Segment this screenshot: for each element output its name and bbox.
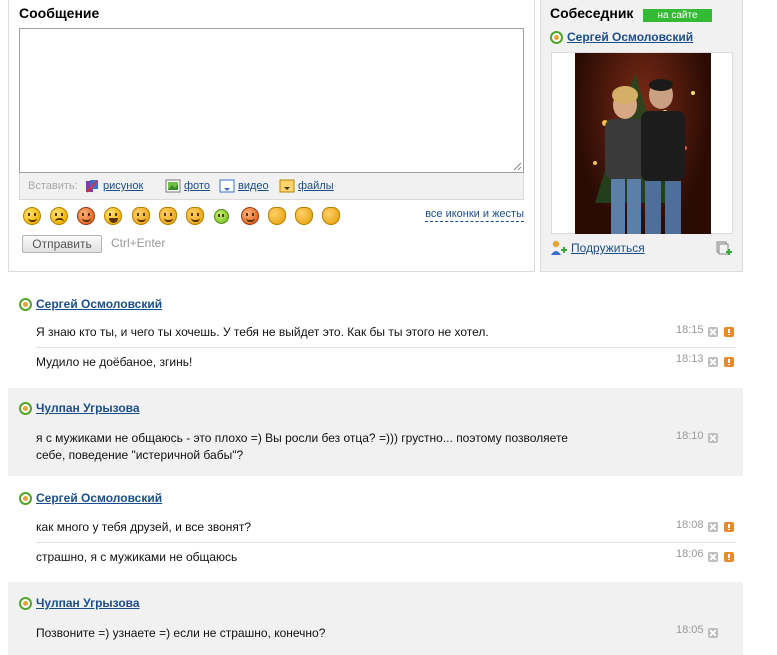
shy-emoticon-icon[interactable] <box>186 207 204 225</box>
message-group: Чулпан Угрызова я с мужиками не общаюсь … <box>8 388 743 476</box>
files-icon <box>279 179 295 193</box>
insert-photo-button[interactable]: фото <box>165 178 210 194</box>
message-text: Позвоните =) узнаете =) если не страшно,… <box>36 626 326 640</box>
photo-illustration <box>593 73 695 234</box>
message-author[interactable]: Чулпан Угрызова <box>19 596 140 610</box>
message-time: 18:15 <box>676 324 704 336</box>
devil-emoticon-icon[interactable] <box>241 207 259 225</box>
resize-grip-icon[interactable] <box>513 162 522 171</box>
message-row: Мудило не доёбаное, згинь! 18:13 <box>36 353 736 374</box>
befriend-button[interactable]: Подружиться <box>550 240 645 256</box>
insert-files-button[interactable]: файлы <box>279 178 334 194</box>
delete-icon[interactable] <box>708 357 718 367</box>
message-row: я с мужиками не общаюсь - это плохо =) В… <box>36 430 736 466</box>
compose-panel: Сообщение Вставить: рисунок фото видео ф… <box>8 0 535 272</box>
angry-emoticon-icon[interactable] <box>77 207 95 225</box>
insert-toolbar: Вставить: рисунок фото видео файлы <box>19 173 524 200</box>
thumbs-up-emoticon-icon[interactable] <box>268 207 286 225</box>
insert-drawing-button[interactable]: рисунок <box>84 178 143 194</box>
video-icon <box>219 179 235 193</box>
victory-emoticon-icon[interactable] <box>295 207 313 225</box>
user-icon <box>19 297 32 311</box>
insert-drawing-label[interactable]: рисунок <box>103 180 143 192</box>
message-time: 18:10 <box>676 430 704 442</box>
insert-files-label[interactable]: файлы <box>298 180 334 192</box>
message-author[interactable]: Чулпан Угрызова <box>19 401 140 415</box>
delete-icon[interactable] <box>708 552 718 562</box>
all-icons-link[interactable]: все иконки и жесты <box>425 208 524 222</box>
tongue-emoticon-icon[interactable] <box>132 207 150 225</box>
message-group: Сергей Осмоловский Я знаю кто ты, и чего… <box>8 290 743 378</box>
smile-emoticon-icon[interactable] <box>23 207 41 225</box>
message-group: Сергей Осмоловский как много у тебя друз… <box>8 486 743 572</box>
delete-icon[interactable] <box>708 628 718 638</box>
cry-emoticon-icon[interactable] <box>50 207 68 225</box>
message-text: я с мужиками не общаюсь - это плохо =) В… <box>36 431 568 462</box>
report-icon[interactable] <box>724 552 734 562</box>
compose-title: Сообщение <box>19 5 100 21</box>
online-status-badge: на сайте <box>643 9 712 22</box>
insert-photo-label[interactable]: фото <box>184 180 210 192</box>
message-time: 18:06 <box>676 548 704 560</box>
message-text: как много у тебя друзей, и все звонят? <box>36 520 252 534</box>
message-divider <box>36 347 736 348</box>
message-divider <box>36 542 736 543</box>
message-text: страшно, я с мужиками не общаюсь <box>36 550 238 564</box>
delete-icon[interactable] <box>708 327 718 337</box>
message-row: Я знаю кто ты, и чего ты хочешь. У тебя … <box>36 324 736 344</box>
green-alien-emoticon-icon[interactable] <box>214 209 229 224</box>
user-icon <box>550 30 563 44</box>
message-row: как много у тебя друзей, и все звонят? 1… <box>36 519 736 539</box>
partner-name-link[interactable]: Сергей Осмоловский <box>550 30 693 44</box>
report-icon[interactable] <box>724 357 734 367</box>
partner-photo[interactable] <box>575 53 711 234</box>
drawing-icon <box>86 180 98 193</box>
add-note-icon[interactable] <box>716 241 732 257</box>
palm-emoticon-icon[interactable] <box>322 207 340 225</box>
message-row: страшно, я с мужиками не общаюсь 18:06 <box>36 548 736 569</box>
author-name-link[interactable]: Чулпан Угрызова <box>36 401 140 415</box>
message-time: 18:05 <box>676 624 704 636</box>
send-button[interactable]: Отправить <box>22 235 102 253</box>
insert-label: Вставить: <box>28 180 78 192</box>
facepalm-emoticon-icon[interactable] <box>159 207 177 225</box>
message-text: Я знаю кто ты, и чего ты хочешь. У тебя … <box>36 325 489 339</box>
laugh-emoticon-icon[interactable] <box>104 207 122 225</box>
delete-icon[interactable] <box>708 433 718 443</box>
add-friend-icon <box>551 240 567 255</box>
user-icon <box>19 491 32 505</box>
delete-icon[interactable] <box>708 522 718 532</box>
report-icon[interactable] <box>724 522 734 532</box>
partner-title: Собеседник <box>550 5 634 21</box>
befriend-label[interactable]: Подружиться <box>571 241 645 255</box>
message-group: Чулпан Угрызова Позвоните =) узнаете =) … <box>8 582 743 655</box>
insert-video-button[interactable]: видео <box>219 178 269 194</box>
partner-photo-frame <box>551 52 733 234</box>
author-name-link[interactable]: Сергей Осмоловский <box>36 491 162 505</box>
user-icon <box>19 596 32 610</box>
message-text: Мудило не доёбаное, згинь! <box>36 355 193 369</box>
partner-panel: Собеседник на сайте Сергей Осмоловский П… <box>540 0 743 272</box>
message-textarea[interactable] <box>19 28 524 173</box>
message-row: Позвоните =) узнаете =) если не страшно,… <box>36 624 736 645</box>
partner-name[interactable]: Сергей Осмоловский <box>567 30 693 44</box>
photo-icon <box>165 179 181 193</box>
send-hotkey-hint: Ctrl+Enter <box>111 236 166 250</box>
message-author[interactable]: Сергей Осмоловский <box>19 297 162 311</box>
message-time: 18:08 <box>676 519 704 531</box>
author-name-link[interactable]: Сергей Осмоловский <box>36 297 162 311</box>
message-time: 18:13 <box>676 353 704 365</box>
user-icon <box>19 401 32 415</box>
report-icon[interactable] <box>724 327 734 337</box>
author-name-link[interactable]: Чулпан Угрызова <box>36 596 140 610</box>
insert-video-label[interactable]: видео <box>238 180 269 192</box>
message-author[interactable]: Сергей Осмоловский <box>19 491 162 505</box>
